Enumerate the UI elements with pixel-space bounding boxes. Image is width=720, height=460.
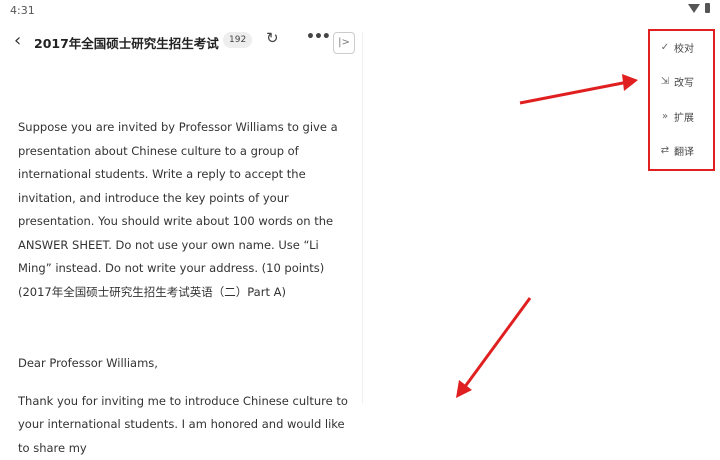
annotation-arrows bbox=[0, 0, 720, 404]
annotation-arrowhead-right bbox=[622, 74, 638, 91]
annotation-arrow-right bbox=[520, 82, 628, 103]
annotation-arrow-down bbox=[464, 298, 530, 388]
